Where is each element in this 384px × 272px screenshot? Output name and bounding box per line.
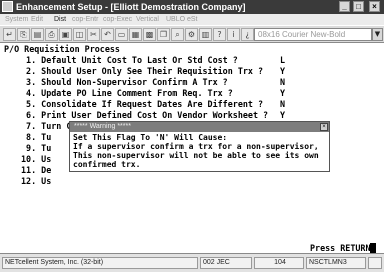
option-3-value[interactable]: N — [280, 77, 285, 88]
option-10-label: 10. Us — [21, 154, 52, 164]
cascade-icon[interactable]: ❐ — [157, 28, 170, 41]
option-5-value[interactable]: N — [280, 99, 285, 110]
option-6-value[interactable]: Y — [280, 110, 285, 121]
text-cursor — [370, 243, 376, 253]
window-icon[interactable]: ▭ — [115, 28, 128, 41]
menu-dist[interactable]: Dist — [54, 14, 66, 25]
option-9-label: 9. Tu — [21, 143, 52, 153]
app-icon[interactable] — [2, 1, 13, 12]
help-icon[interactable]: ? — [213, 28, 226, 41]
warning-dialog: ***** Warning ***** × Set This Flag To '… — [69, 121, 330, 172]
option-2-label: 2. Should User Only See Their Requisitio… — [21, 66, 264, 76]
return-icon[interactable]: ↵ — [3, 28, 16, 41]
status-user: 002 JEC — [200, 257, 252, 269]
window-title: Enhancement Setup - [Elliott Demostratio… — [16, 2, 246, 12]
save-icon[interactable]: ◫ — [73, 28, 86, 41]
chevron-down-icon[interactable]: ▼ — [372, 28, 383, 41]
status-terminal: 104 — [254, 257, 304, 269]
status-program: NSCTLMN3 — [306, 257, 366, 269]
status-company: NETcellent System, Inc. (32-bit) — [2, 257, 198, 269]
settings-icon[interactable]: ⚙ — [185, 28, 198, 41]
option-1-label: 1. Default Unit Cost To Last Or Std Cost… — [21, 55, 238, 65]
grid-icon[interactable]: ▩ — [143, 28, 156, 41]
menu-system[interactable]: System — [5, 14, 28, 25]
paste-icon[interactable]: ▤ — [31, 28, 44, 41]
close-button[interactable]: × — [369, 1, 380, 12]
minimize-button[interactable]: _ — [339, 1, 350, 12]
screen-heading: P/O Requisition Process — [4, 44, 120, 54]
resize-grip[interactable] — [368, 257, 382, 269]
menu-vertical[interactable]: Vertical — [136, 14, 159, 25]
toolbar: ↵ ⎘ ▤ ⎙ ▣ ◫ ✂ ↶ ▭ ▦ ▩ ❐ ⌕ ⚙ ▥ ? i ¿ 08x1… — [0, 25, 384, 43]
copy-icon[interactable]: ⎘ — [17, 28, 30, 41]
dialog-line-4: confirmed trx. — [73, 160, 141, 169]
option-2-value[interactable]: Y — [280, 66, 285, 77]
menu-bar: System Edit Dist cop-Entr cop-Exec Verti… — [0, 14, 384, 25]
cut-icon[interactable]: ✂ — [87, 28, 100, 41]
zoom-icon[interactable]: ⌕ — [171, 28, 184, 41]
title-bar: Enhancement Setup - [Elliott Demostratio… — [0, 0, 384, 14]
option-6-label: 6. Print User Defined Cost On Vendor Wor… — [21, 110, 269, 120]
option-11-label: 11. De — [21, 165, 52, 175]
menu-edit[interactable]: Edit — [31, 14, 43, 25]
option-12-label: 12. Us — [21, 176, 52, 186]
option-4-value[interactable]: Y — [280, 88, 285, 99]
option-4-label: 4. Update PO Line Comment From Req. Trx … — [21, 88, 233, 98]
maximize-button[interactable]: □ — [353, 1, 364, 12]
option-1-value[interactable]: L — [280, 55, 285, 66]
option-3-label: 3. Should Non-Supervisor Confirm A Trx ? — [21, 77, 228, 87]
image-icon[interactable]: ▣ — [59, 28, 72, 41]
option-5-label: 5. Consolidate If Request Dates Are Diff… — [21, 99, 264, 109]
menu-ublo[interactable]: UBLO — [166, 14, 185, 25]
print-icon[interactable]: ⎙ — [45, 28, 58, 41]
status-bar: NETcellent System, Inc. (32-bit) 002 JEC… — [0, 253, 384, 272]
chart-icon[interactable]: ▥ — [199, 28, 212, 41]
question-icon[interactable]: ¿ — [241, 28, 254, 41]
dialog-close-button[interactable]: × — [320, 123, 328, 131]
menu-cop-entr[interactable]: cop-Entr — [72, 14, 98, 25]
undo-icon[interactable]: ↶ — [101, 28, 114, 41]
tile-icon[interactable]: ▦ — [129, 28, 142, 41]
menu-est[interactable]: eSt — [187, 14, 198, 25]
menu-cop-exec[interactable]: cop-Exec — [103, 14, 132, 25]
font-select[interactable]: 08x16 Courier New-Bold — [254, 28, 372, 41]
info-icon[interactable]: i — [227, 28, 240, 41]
option-8-label: 8. Tu — [21, 132, 52, 142]
dialog-title: ***** Warning ***** — [70, 122, 329, 132]
